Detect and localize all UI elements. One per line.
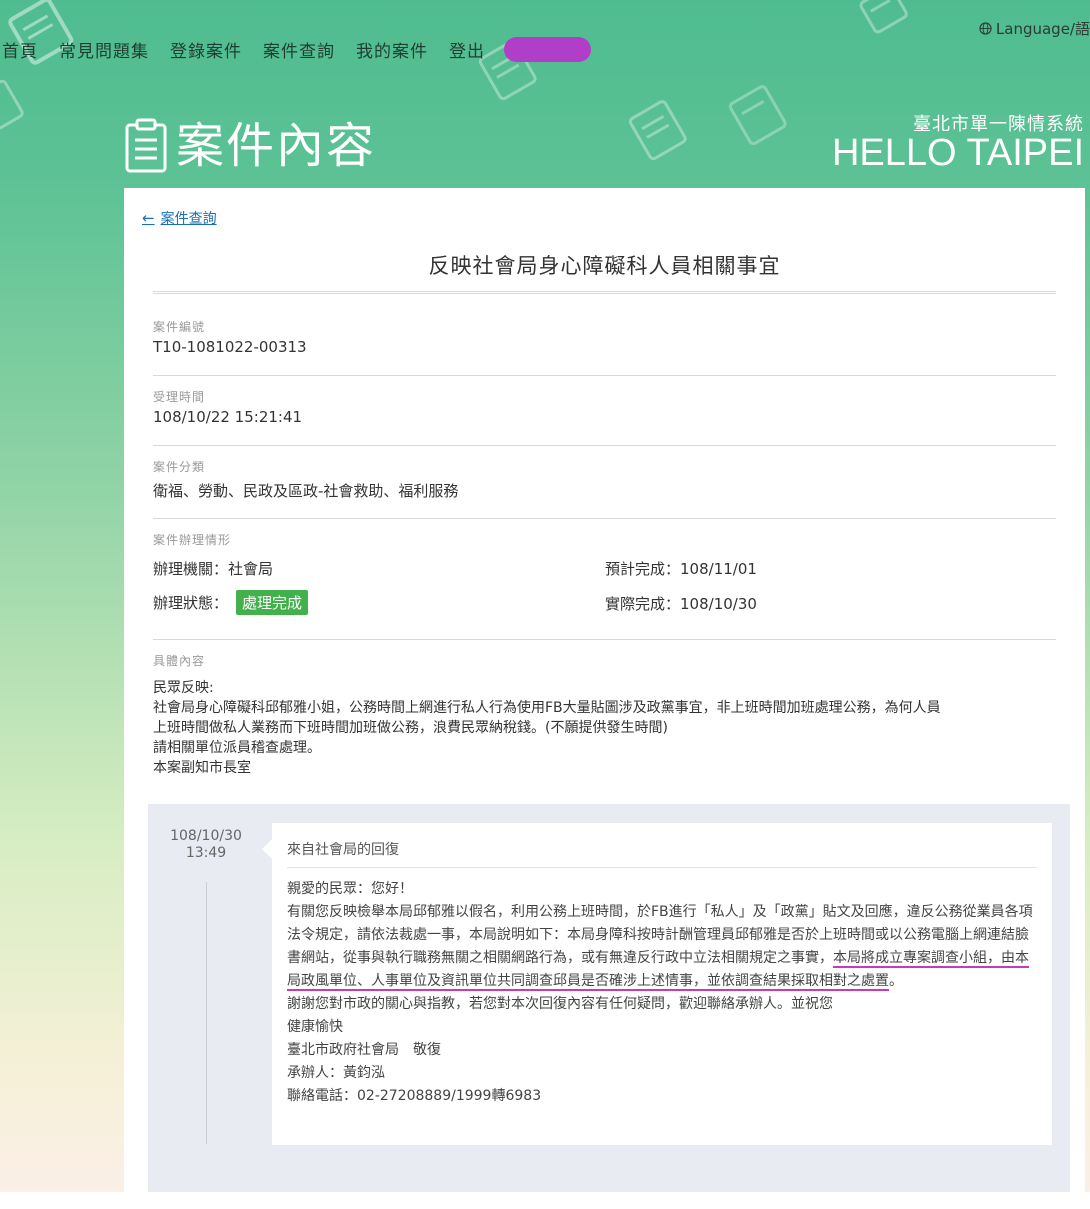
case-title: 反映社會局身心障礙科人員相關事宜: [428, 254, 781, 278]
top-navigation: 首頁 常見問題集 登錄案件 案件查詢 我的案件 登出: [0, 36, 591, 62]
page-title: 案件內容: [176, 118, 377, 174]
actual-completion-row: 實際完成： 108/10/30: [605, 593, 757, 614]
language-label: Language/語: [995, 20, 1090, 38]
content-line: 請相關單位派員稽查處理。: [153, 740, 321, 756]
reply-thanks: 謝謝您對市政的關心與指教，若您對本次回復內容有任何疑問，歡迎聯絡承辦人。並祝您: [287, 996, 833, 1012]
divider: [153, 445, 1056, 446]
reply-paragraph: 有關您反映檢舉本局邱郁雅以假名，利用公務上班時間，於FB進行「私人」及「政黨」貼…: [287, 901, 1039, 993]
actual-completion-label: 實際完成：: [605, 595, 681, 613]
reply-signature: 臺北市政府社會局 敬復: [287, 1042, 441, 1058]
content-line: 民眾反映:: [153, 680, 214, 696]
expected-completion-label: 預計完成：: [605, 560, 681, 578]
processing-status-section-label: 案件辦理情形: [153, 533, 232, 547]
status-row: 辦理狀態： 處理完成: [153, 590, 309, 615]
reply-section: 108/10/30 13:49 來自社會局的回復 親愛的民眾：您好！ 有關您反映…: [148, 804, 1070, 1192]
arrow-left-icon: ←: [142, 209, 155, 227]
back-to-case-search-link[interactable]: ← 案件查詢: [142, 208, 217, 228]
globe-icon: [979, 22, 992, 35]
page-title-block: 案件內容: [124, 117, 376, 175]
agency-value: 社會局: [228, 560, 274, 578]
content-label: 具體內容: [153, 654, 206, 668]
divider: [153, 639, 1056, 640]
expected-completion-value: 108/11/01: [680, 559, 757, 578]
redacted-user-pill: [504, 36, 591, 62]
reply-text: 。: [889, 973, 903, 989]
divider: [287, 867, 1037, 868]
nav-case-search[interactable]: 案件查詢: [263, 37, 335, 62]
reply-bubble: 來自社會局的回復 親愛的民眾：您好！ 有關您反映檢舉本局邱郁雅以假名，利用公務上…: [262, 823, 1052, 1145]
category-label: 案件分類: [153, 460, 206, 474]
nav-home[interactable]: 首頁: [2, 37, 38, 62]
document-icon: [125, 118, 167, 173]
expected-completion-row: 預計完成： 108/11/01: [605, 558, 757, 579]
nav-logout[interactable]: 登出: [449, 37, 485, 62]
reply-body: 親愛的民眾：您好！ 有關您反映檢舉本局邱郁雅以假名，利用公務上班時間，於FB進行…: [287, 878, 1039, 1108]
received-time-value: 108/10/22 15:21:41: [153, 408, 303, 426]
reply-greeting: 親愛的民眾：您好！: [287, 881, 413, 897]
reply-from: 來自社會局的回復: [287, 842, 399, 858]
received-time-label: 受理時間: [153, 390, 206, 404]
case-number-value: T10-1081022-00313: [153, 338, 307, 356]
reply-time: 13:49: [185, 845, 227, 861]
content-line: 社會局身心障礙科邱郁雅小姐，公務時間上網進行私人行為使用FB大量貼圖涉及政黨事宜…: [153, 700, 941, 716]
nav-my-cases[interactable]: 我的案件: [356, 37, 428, 62]
divider: [153, 518, 1056, 519]
reply-timestamp: 108/10/30 13:49: [166, 828, 246, 862]
reply-handler: 承辦人：黃鈞泓: [287, 1065, 385, 1081]
agency-label: 辦理機關：: [153, 560, 229, 578]
timeline-line: [206, 882, 207, 1144]
content-line: 上班時間做私人業務而下班時間加班做公務，浪費民眾納稅錢。(不願提供發生時間): [153, 720, 668, 736]
content-line: 本案副知市長室: [153, 760, 251, 776]
status-label: 辦理狀態：: [153, 594, 229, 612]
reply-wish: 健康愉快: [287, 1019, 343, 1035]
nav-register-case[interactable]: 登錄案件: [170, 37, 242, 62]
reply-phone: 聯絡電話：02-27208889/1999轉6983: [287, 1088, 542, 1104]
case-detail-card: ← 案件查詢 反映社會局身心障礙科人員相關事宜 案件編號 T10-1081022…: [124, 188, 1085, 1192]
divider: [153, 291, 1056, 294]
reply-date: 108/10/30: [170, 828, 242, 844]
actual-completion-value: 108/10/30: [680, 594, 757, 613]
back-link-label: 案件查詢: [160, 211, 217, 227]
agency-row: 辦理機關： 社會局: [153, 558, 273, 579]
category-value: 衛福、勞動、民政及區政-社會救助、福利服務: [153, 482, 459, 500]
language-selector[interactable]: Language/語: [979, 18, 1090, 39]
status-badge: 處理完成: [236, 590, 309, 615]
nav-faq[interactable]: 常見問題集: [59, 37, 149, 62]
brand-logo-text: HELLO TAIPEI: [831, 132, 1084, 174]
divider: [153, 375, 1056, 376]
case-content: 民眾反映: 社會局身心障礙科邱郁雅小姐，公務時間上網進行私人行為使用FB大量貼圖…: [153, 678, 1053, 778]
case-number-label: 案件編號: [153, 320, 206, 334]
